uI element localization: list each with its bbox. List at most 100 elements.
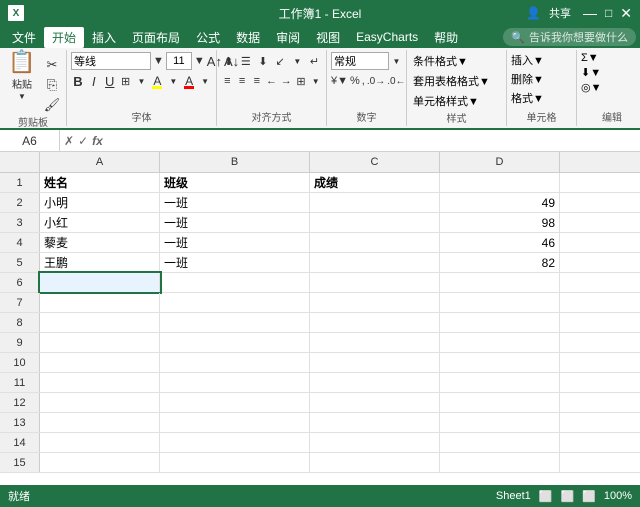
cell-b15[interactable] xyxy=(160,453,310,472)
menu-item-data[interactable]: 数据 xyxy=(228,27,268,48)
cell-ref-box[interactable]: A6 xyxy=(0,130,60,152)
cell-c9[interactable] xyxy=(310,333,440,352)
font-size-arrow[interactable]: ▼ xyxy=(194,52,205,70)
view-break-btn[interactable]: ⬜ xyxy=(582,490,596,503)
cell-a11[interactable] xyxy=(40,373,160,392)
cell-b7[interactable] xyxy=(160,293,310,312)
menu-item-file[interactable]: 文件 xyxy=(4,27,44,48)
clear-btn[interactable]: ◎▼ xyxy=(581,81,602,94)
format-btn[interactable]: 格式▼ xyxy=(511,90,572,106)
fx-icon[interactable]: fx xyxy=(92,134,103,148)
cell-b4[interactable]: 一班 xyxy=(160,233,310,252)
cell-c5[interactable] xyxy=(310,253,440,272)
currency-btn[interactable]: ¥▼ xyxy=(331,72,348,90)
cell-d15[interactable] xyxy=(440,453,560,472)
italic-button[interactable]: I xyxy=(87,72,101,90)
cell-d4[interactable]: 46 xyxy=(440,233,560,252)
number-format-input[interactable] xyxy=(331,52,389,70)
cell-a12[interactable] xyxy=(40,393,160,412)
cell-c10[interactable] xyxy=(310,353,440,372)
cell-a13[interactable] xyxy=(40,413,160,432)
cell-a2[interactable]: 小明 xyxy=(40,193,160,212)
menu-item-view[interactable]: 视图 xyxy=(308,27,348,48)
view-normal-btn[interactable]: ⬜ xyxy=(539,490,553,503)
cell-d2[interactable]: 49 xyxy=(440,193,560,212)
cell-a9[interactable] xyxy=(40,333,160,352)
font-color-btn[interactable]: A xyxy=(182,72,196,90)
cell-b8[interactable] xyxy=(160,313,310,332)
col-header-c[interactable]: C xyxy=(310,152,440,172)
menu-item-easycharts[interactable]: EasyCharts xyxy=(348,28,426,46)
share-btn[interactable]: 共享 xyxy=(549,5,571,21)
menu-item-formula[interactable]: 公式 xyxy=(188,27,228,48)
cell-d7[interactable] xyxy=(440,293,560,312)
col-header-b[interactable]: B xyxy=(160,152,310,172)
cell-d3[interactable]: 98 xyxy=(440,213,560,232)
confirm-icon[interactable]: ✓ xyxy=(78,134,88,148)
cell-b6[interactable] xyxy=(160,273,310,292)
cell-d14[interactable] xyxy=(440,433,560,452)
menu-item-review[interactable]: 审阅 xyxy=(268,27,308,48)
cell-a7[interactable] xyxy=(40,293,160,312)
cell-d1[interactable] xyxy=(440,173,560,192)
col-header-d[interactable]: D xyxy=(440,152,560,172)
cell-c8[interactable] xyxy=(310,313,440,332)
formula-input[interactable] xyxy=(107,134,640,148)
cell-c14[interactable] xyxy=(310,433,440,452)
cell-d11[interactable] xyxy=(440,373,560,392)
percent-btn[interactable]: % xyxy=(350,72,360,90)
cell-c1[interactable]: 成绩 xyxy=(310,173,440,192)
cell-d13[interactable] xyxy=(440,413,560,432)
fill-btn[interactable]: ⬇▼ xyxy=(581,66,601,79)
cell-d12[interactable] xyxy=(440,393,560,412)
cell-b1[interactable]: 班级 xyxy=(160,173,310,192)
insert-btn[interactable]: 插入▼ xyxy=(511,52,572,68)
align-top-btn[interactable]: ⬆ xyxy=(221,52,236,70)
cell-c13[interactable] xyxy=(310,413,440,432)
border-arrow[interactable]: ▼ xyxy=(135,72,149,90)
menu-item-help[interactable]: 帮助 xyxy=(426,27,466,48)
cell-c12[interactable] xyxy=(310,393,440,412)
cell-a10[interactable] xyxy=(40,353,160,372)
sheet-tab-btn[interactable]: Sheet1 xyxy=(496,490,531,502)
sum-btn[interactable]: Σ▼ xyxy=(581,52,599,64)
cell-d10[interactable] xyxy=(440,353,560,372)
bold-button[interactable]: B xyxy=(71,72,85,90)
cut-button[interactable]: ✂ xyxy=(42,56,62,74)
align-right-btn[interactable]: ≡ xyxy=(250,72,263,90)
close-btn[interactable]: ✕ xyxy=(620,5,632,22)
decimal-increase-btn[interactable]: .0→ xyxy=(367,72,385,90)
align-center-btn[interactable]: ≡ xyxy=(236,72,249,90)
font-name-arrow[interactable]: ▼ xyxy=(153,52,164,70)
font-color-arrow[interactable]: ▼ xyxy=(198,72,212,90)
align-middle-btn[interactable]: ☰ xyxy=(238,52,253,70)
menu-item-layout[interactable]: 页面布局 xyxy=(124,27,188,48)
cell-d9[interactable] xyxy=(440,333,560,352)
cell-c3[interactable] xyxy=(310,213,440,232)
merge-btn[interactable]: ⊞ xyxy=(295,72,308,90)
cell-b9[interactable] xyxy=(160,333,310,352)
maximize-btn[interactable]: □ xyxy=(605,6,612,20)
font-size-input[interactable] xyxy=(166,52,192,70)
cell-a4[interactable]: 藜麦 xyxy=(40,233,160,252)
cell-styles-btn[interactable]: 单元格样式▼ xyxy=(411,92,502,110)
cell-b13[interactable] xyxy=(160,413,310,432)
cell-c15[interactable] xyxy=(310,453,440,472)
cell-a8[interactable] xyxy=(40,313,160,332)
menu-item-insert[interactable]: 插入 xyxy=(84,27,124,48)
align-bottom-btn[interactable]: ⬇ xyxy=(255,52,270,70)
number-format-arrow[interactable]: ▼ xyxy=(391,52,402,70)
cell-b3[interactable]: 一班 xyxy=(160,213,310,232)
fill-color-arrow[interactable]: ▼ xyxy=(166,72,180,90)
cell-d6[interactable] xyxy=(440,273,560,292)
cell-c4[interactable] xyxy=(310,233,440,252)
cancel-icon[interactable]: ✗ xyxy=(64,134,74,148)
underline-button[interactable]: U xyxy=(103,72,117,90)
comma-btn[interactable]: , xyxy=(362,72,365,90)
align-left-btn[interactable]: ≡ xyxy=(221,72,234,90)
cell-c11[interactable] xyxy=(310,373,440,392)
wrap-text-btn[interactable]: ↵ xyxy=(307,52,322,70)
delete-btn[interactable]: 删除▼ xyxy=(511,71,572,87)
cell-d8[interactable] xyxy=(440,313,560,332)
cell-a15[interactable] xyxy=(40,453,160,472)
